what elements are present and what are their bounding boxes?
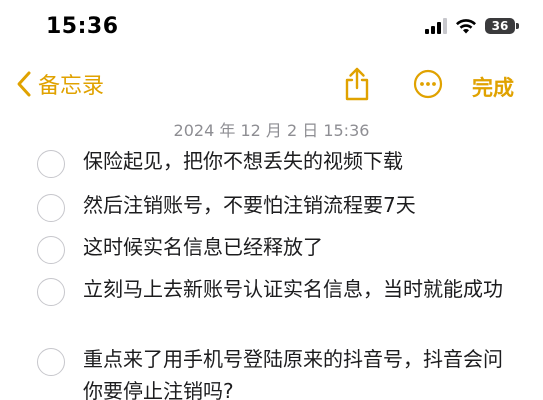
battery-icon: 36 xyxy=(485,18,519,34)
wifi-icon xyxy=(456,19,476,34)
checklist-item-text[interactable]: 然后注销账号，不要怕注销流程要7天 xyxy=(83,189,513,221)
share-icon xyxy=(345,67,369,101)
checkbox-circle[interactable] xyxy=(37,194,65,222)
status-time: 15:36 xyxy=(46,14,119,39)
battery-level: 36 xyxy=(491,19,509,33)
checklist-item-text[interactable]: 立刻马上去新账号认证实名信息，当时就能成功 xyxy=(83,273,513,305)
checklist-item-text[interactable]: 这时候实名信息已经释放了 xyxy=(83,231,513,263)
nav-bar: 备忘录 完成 xyxy=(0,64,543,110)
checkbox-circle[interactable] xyxy=(37,236,65,264)
checkbox-circle[interactable] xyxy=(37,348,65,376)
done-button[interactable]: 完成 xyxy=(472,72,514,102)
cellular-signal-icon xyxy=(425,18,447,34)
status-bar: 15:36 36 xyxy=(0,0,543,58)
checkbox-circle[interactable] xyxy=(37,278,65,306)
checklist-item-text[interactable]: 保险起见，把你不想丢失的视频下载 xyxy=(83,145,513,177)
status-indicators: 36 xyxy=(425,18,519,34)
more-button[interactable] xyxy=(413,69,443,103)
checklist-item-text[interactable]: 重点来了用手机号登陆原来的抖音号，抖音会问你要停止注销吗? xyxy=(83,343,513,400)
note-date: 2024 年 12 月 2 日 15:36 xyxy=(173,121,370,140)
chevron-left-icon xyxy=(17,71,31,97)
share-button[interactable] xyxy=(342,66,372,106)
more-icon xyxy=(413,69,443,99)
checkbox-circle[interactable] xyxy=(37,150,65,178)
back-button-label: 备忘录 xyxy=(38,74,105,99)
back-button[interactable]: 备忘录 xyxy=(16,68,104,100)
